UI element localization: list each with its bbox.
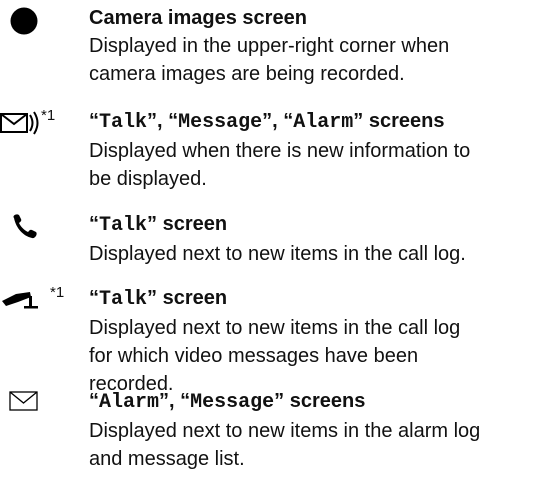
entry-title: “Alarm”, “Message” screens — [89, 387, 549, 417]
description-line: be displayed. — [89, 168, 207, 190]
description-line: and message list. — [89, 448, 245, 470]
title-text: ”, “ — [159, 390, 191, 412]
description-line: for which video messages have been — [89, 345, 419, 367]
title-text: ” screen — [147, 287, 228, 309]
description-line: Displayed next to new items in the alarm… — [89, 420, 481, 442]
title-text: Camera images screen — [89, 7, 307, 29]
entry-title: “Talk”, “Message”, “Alarm” screens — [89, 107, 549, 137]
title-text: ”, “ — [262, 110, 294, 132]
entry-title: Camera images screen — [89, 4, 549, 32]
description-line: camera images are being recorded. — [89, 63, 405, 85]
recording-dot-icon — [10, 7, 38, 35]
icon-cell: *1 — [0, 284, 74, 314]
screen-name: Talk — [99, 214, 148, 237]
entry-description: Displayed next to new items in the call … — [89, 314, 549, 398]
screen-name: Talk — [99, 288, 148, 311]
title-text: ” screen — [147, 213, 228, 235]
entry-description: Displayed when there is new information … — [89, 137, 549, 193]
description-line: Displayed when there is new information … — [89, 140, 471, 162]
entry-title: “Talk” screen — [89, 210, 549, 240]
title-text: ”, “ — [147, 110, 179, 132]
entry-description: Displayed next to new items in the call … — [89, 240, 549, 268]
description-line: Displayed next to new items in the call … — [89, 243, 466, 265]
envelope-icon — [9, 391, 38, 411]
title-text: “ — [89, 287, 99, 309]
screen-name: Alarm — [293, 111, 354, 134]
icon-cell — [0, 387, 74, 417]
video-camera-icon — [2, 292, 38, 309]
title-text: ” screens — [274, 390, 366, 412]
phone-handset-icon — [13, 214, 37, 239]
entry-description: Displayed in the upper-right corner when… — [89, 32, 549, 88]
new-information-envelope-icon — [0, 111, 39, 135]
title-text: “ — [89, 390, 99, 412]
screen-name: Talk — [99, 111, 148, 134]
title-text: ” screens — [353, 110, 445, 132]
footnote-marker: *1 — [50, 284, 65, 301]
screen-name: Message — [178, 111, 263, 134]
icon-cell — [0, 210, 74, 240]
icon-cell — [0, 4, 74, 35]
footnote-marker: *1 — [41, 107, 56, 124]
description-line: Displayed in the upper-right corner when — [89, 35, 450, 57]
entry-title: “Talk” screen — [89, 284, 549, 314]
entry-description: Displayed next to new items in the alarm… — [89, 417, 549, 473]
title-text: “ — [89, 110, 99, 132]
description-line: Displayed next to new items in the call … — [89, 317, 461, 339]
screen-name: Message — [190, 391, 275, 414]
icon-cell: *1 — [0, 107, 74, 137]
title-text: “ — [89, 213, 99, 235]
screen-name: Alarm — [99, 391, 160, 414]
